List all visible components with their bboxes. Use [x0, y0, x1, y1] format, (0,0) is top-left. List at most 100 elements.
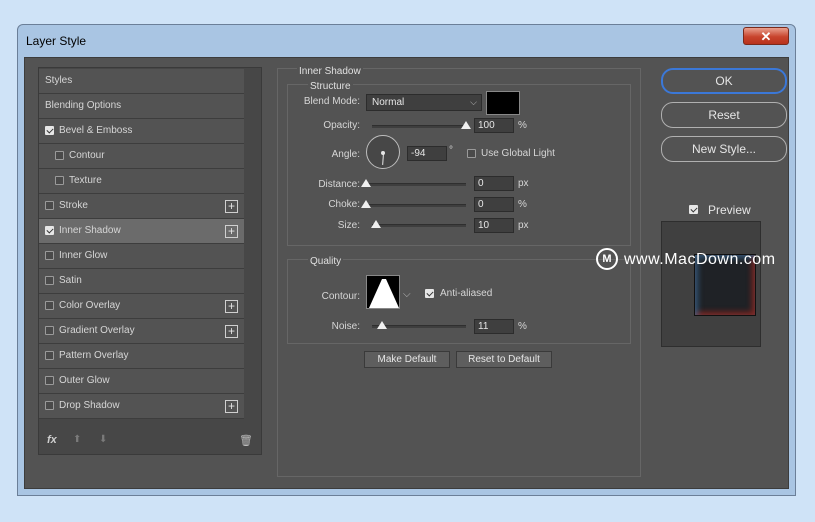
- opacity-input[interactable]: 100: [474, 118, 514, 133]
- add-instance-icon[interactable]: +: [225, 225, 238, 238]
- use-global-light-checkbox[interactable]: [467, 149, 476, 158]
- add-instance-icon[interactable]: +: [225, 300, 238, 313]
- quality-title: Quality: [308, 256, 344, 267]
- style-item-checkbox[interactable]: [45, 376, 54, 385]
- trash-icon[interactable]: 🗑: [239, 434, 253, 447]
- style-item-label: Satin: [59, 275, 82, 286]
- style-item-color-overlay[interactable]: Color Overlay +: [39, 294, 244, 319]
- angle-dial-needle: [382, 152, 384, 166]
- anti-aliased-checkbox[interactable]: [425, 289, 434, 298]
- ok-button[interactable]: OK: [661, 68, 787, 94]
- preview-toggle[interactable]: Preview: [689, 203, 789, 219]
- distance-slider[interactable]: [361, 179, 466, 187]
- styles-list-footer: fx ⬆ ⬇ 🗑: [39, 433, 261, 453]
- style-item-blending-options[interactable]: Blending Options: [39, 94, 244, 119]
- choke-input[interactable]: 0: [474, 197, 514, 212]
- add-instance-icon[interactable]: +: [225, 400, 238, 413]
- noise-slider-thumb[interactable]: [377, 321, 388, 329]
- style-item-checkbox[interactable]: [45, 351, 54, 360]
- arrow-down-icon[interactable]: ⬇: [99, 434, 107, 445]
- chevron-down-icon[interactable]: ⌵: [403, 289, 411, 300]
- style-item-label: Stroke: [59, 200, 88, 211]
- style-item-checkbox[interactable]: [45, 251, 54, 260]
- style-item-label: Inner Glow: [59, 250, 108, 261]
- size-label: Size:: [337, 220, 360, 231]
- choke-unit: %: [518, 199, 527, 210]
- style-item-drop-shadow[interactable]: Drop Shadow +: [39, 394, 244, 419]
- opacity-slider-thumb[interactable]: [461, 121, 471, 129]
- style-item-checkbox[interactable]: [55, 176, 64, 185]
- watermark-logo: M: [596, 248, 618, 270]
- preview-area: [661, 221, 761, 347]
- style-item-checkbox[interactable]: [45, 226, 54, 235]
- contour-picker[interactable]: [366, 275, 400, 309]
- window-title: Layer Style: [26, 34, 87, 48]
- distance-label: Distance:: [318, 179, 360, 190]
- structure-group: Structure Blend Mode: Normal ⌵ Opacity: …: [287, 81, 631, 246]
- inner-shadow-panel: Inner Shadow Structure Blend Mode: Norma…: [277, 66, 641, 477]
- noise-input[interactable]: 11: [474, 319, 514, 334]
- style-item-checkbox[interactable]: [45, 276, 54, 285]
- size-slider-thumb[interactable]: [370, 220, 381, 228]
- style-item-checkbox[interactable]: [45, 126, 54, 135]
- fx-button[interactable]: fx: [47, 434, 57, 446]
- size-input[interactable]: 10: [474, 218, 514, 233]
- style-item-contour[interactable]: Contour: [39, 144, 244, 169]
- arrow-up-icon[interactable]: ⬆: [73, 434, 81, 445]
- angle-dial[interactable]: [366, 135, 400, 169]
- style-item-checkbox[interactable]: [55, 151, 64, 160]
- style-item-label: Color Overlay: [59, 300, 121, 311]
- style-item-label: Contour: [69, 150, 105, 161]
- choke-slider[interactable]: [361, 200, 466, 208]
- preview-label: Preview: [708, 203, 751, 217]
- blend-mode-select[interactable]: Normal ⌵: [366, 94, 482, 111]
- style-item-checkbox[interactable]: [45, 401, 54, 410]
- style-item-label: Drop Shadow: [59, 400, 120, 411]
- dialog-body: Styles Blending Options Bevel & Emboss Cont…: [24, 57, 789, 489]
- style-item-label: Pattern Overlay: [59, 350, 129, 361]
- blend-mode-label: Blend Mode:: [303, 96, 360, 107]
- structure-title: Structure: [308, 81, 353, 92]
- blend-color-swatch[interactable]: [486, 91, 520, 115]
- distance-input[interactable]: 0: [474, 176, 514, 191]
- close-button[interactable]: ✕: [743, 27, 789, 45]
- angle-input[interactable]: -94: [407, 146, 447, 161]
- anti-aliased-label: Anti-aliased: [440, 288, 493, 299]
- reset-to-default-button[interactable]: Reset to Default: [456, 351, 552, 368]
- style-item-checkbox[interactable]: [45, 301, 54, 310]
- add-instance-icon[interactable]: +: [225, 200, 238, 213]
- style-item-texture[interactable]: Texture: [39, 169, 244, 194]
- chevron-down-icon: ⌵: [470, 97, 477, 107]
- style-item-checkbox[interactable]: [45, 326, 54, 335]
- style-item-inner-shadow[interactable]: Inner Shadow +: [39, 219, 244, 244]
- style-item-label: Outer Glow: [59, 375, 110, 386]
- style-item-outer-glow[interactable]: Outer Glow: [39, 369, 244, 394]
- style-item-satin[interactable]: Satin: [39, 269, 244, 294]
- title-bar[interactable]: Layer Style ✕: [18, 25, 795, 57]
- add-instance-icon[interactable]: +: [225, 325, 238, 338]
- distance-slider-thumb[interactable]: [361, 179, 371, 187]
- watermark-text: www.MacDown.com: [624, 251, 776, 268]
- style-item-checkbox[interactable]: [45, 201, 54, 210]
- reset-button[interactable]: Reset: [661, 102, 787, 128]
- choke-slider-thumb[interactable]: [361, 200, 371, 208]
- style-item-gradient-overlay[interactable]: Gradient Overlay +: [39, 319, 244, 344]
- size-unit: px: [518, 220, 529, 231]
- style-item-styles[interactable]: Styles: [39, 69, 244, 94]
- noise-slider[interactable]: [372, 321, 466, 329]
- contour-curve-icon: [369, 279, 399, 308]
- opacity-slider[interactable]: [372, 121, 471, 129]
- new-style-button[interactable]: New Style...: [661, 136, 787, 162]
- preview-checkbox[interactable]: [689, 205, 698, 214]
- noise-label: Noise:: [331, 321, 360, 332]
- style-item-stroke[interactable]: Stroke +: [39, 194, 244, 219]
- opacity-label: Opacity:: [323, 120, 360, 131]
- make-default-button[interactable]: Make Default: [364, 351, 450, 368]
- size-slider[interactable]: [370, 220, 466, 228]
- styles-list: Styles Blending Options Bevel & Emboss Cont…: [38, 67, 262, 455]
- blend-mode-value: Normal: [372, 97, 405, 108]
- style-item-bevel-emboss[interactable]: Bevel & Emboss: [39, 119, 244, 144]
- style-item-pattern-overlay[interactable]: Pattern Overlay: [39, 344, 244, 369]
- style-item-inner-glow[interactable]: Inner Glow: [39, 244, 244, 269]
- contour-label: Contour:: [321, 291, 360, 302]
